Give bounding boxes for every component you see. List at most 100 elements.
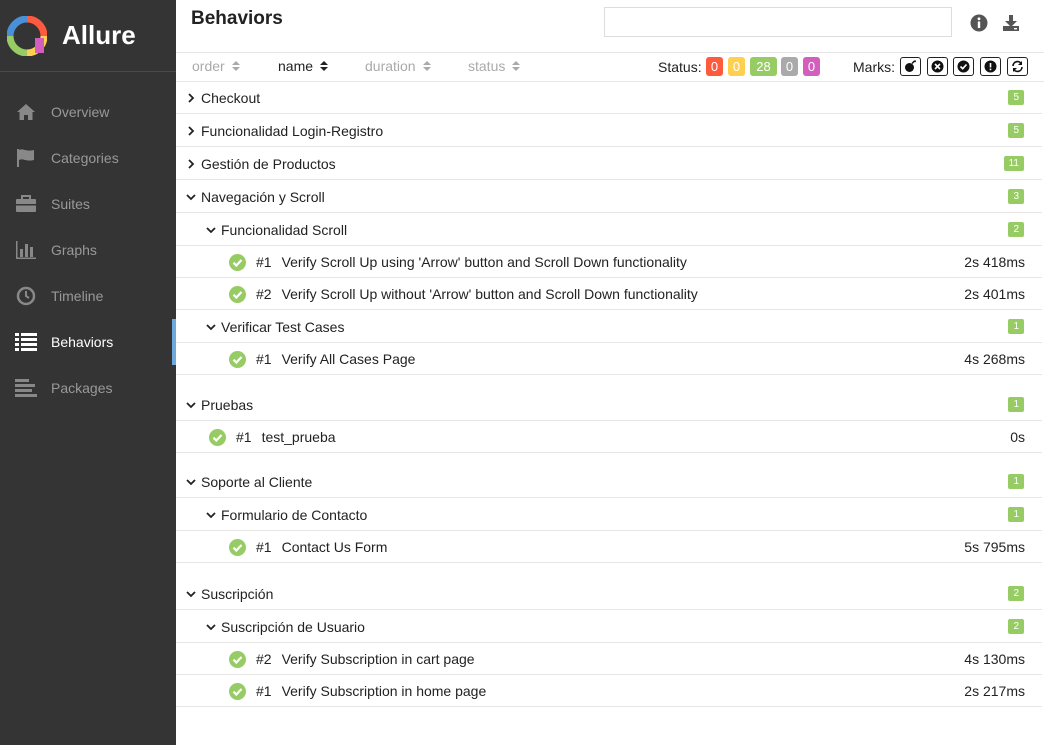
title-bar: Behaviors <box>176 0 1044 53</box>
chevron-down-icon[interactable] <box>206 322 216 332</box>
tree-group-row[interactable]: Navegación y Scroll 3 <box>176 180 1042 213</box>
passed-check-icon <box>229 650 246 668</box>
sort-label: name <box>278 58 314 74</box>
group-count-badge: 3 <box>1008 189 1024 204</box>
chevron-right-icon[interactable] <box>186 125 196 136</box>
tree-group-row[interactable]: Funcionalidad Login-Registro 5 <box>176 114 1042 147</box>
new-failed-mark-icon[interactable] <box>927 57 948 76</box>
sidebar-item-categories[interactable]: Categories <box>0 135 176 181</box>
tree-group-header[interactable]: Pruebas <box>176 388 1042 421</box>
group-count-badge: 1 <box>1008 397 1024 412</box>
tree-group-header[interactable]: Gestión de Productos <box>176 147 1042 180</box>
test-case-row[interactable]: #1 Verify All Cases Page 4s 268ms <box>176 343 1042 375</box>
test-duration: 4s 130ms <box>964 651 1025 667</box>
test-case-row[interactable]: #1 Verify Scroll Up using 'Arrow' button … <box>176 246 1042 278</box>
allure-logo-icon <box>7 15 47 56</box>
chevron-down-icon[interactable] <box>186 400 196 410</box>
group-count-badge: 11 <box>1003 156 1024 171</box>
test-case-row[interactable]: #1 test_prueba 0s <box>176 421 1042 453</box>
new-broken-mark-icon[interactable] <box>980 57 1001 76</box>
tree-group-header[interactable]: Formulario de Contacto <box>176 498 1042 531</box>
chevron-down-icon[interactable] <box>206 510 216 520</box>
sort-bar: order name duration status Status: 0 0 2… <box>176 53 1044 82</box>
status-passed-badge[interactable]: 28 <box>750 57 777 76</box>
briefcase-icon <box>15 193 37 215</box>
tree-group-row[interactable]: Soporte al Cliente 1 <box>176 465 1042 498</box>
test-case-row[interactable]: #2 Verify Scroll Up without 'Arrow' butto… <box>176 278 1042 310</box>
sort-by-name[interactable]: name <box>278 58 329 74</box>
tree-group-header[interactable]: Soporte al Cliente <box>176 465 1042 498</box>
sidebar-item-suites[interactable]: Suites <box>0 181 176 227</box>
tree-group-header[interactable]: Navegación y Scroll <box>176 180 1042 213</box>
group-count-badge: 1 <box>1008 319 1024 334</box>
sidebar-item-timeline[interactable]: Timeline <box>0 273 176 319</box>
group-name: Gestión de Productos <box>201 155 336 172</box>
group-count-badge: 2 <box>1008 586 1024 601</box>
sort-label: order <box>192 58 225 74</box>
tree-group-row[interactable]: Pruebas 1 <box>176 388 1042 421</box>
group-count-badge: 5 <box>1008 123 1024 138</box>
tree-group-header[interactable]: Funcionalidad Scroll <box>176 213 1042 246</box>
tree-group-row[interactable]: Funcionalidad Scroll 2 <box>176 213 1042 246</box>
sidebar-item-overview[interactable]: Overview <box>0 89 176 135</box>
tree-group-header[interactable]: Suscripción de Usuario <box>176 610 1042 643</box>
test-case-row[interactable]: #1 Contact Us Form 5s 795ms <box>176 531 1042 563</box>
chevron-down-icon[interactable] <box>186 589 196 599</box>
passed-check-icon <box>229 350 246 368</box>
chevron-down-icon[interactable] <box>206 622 216 632</box>
clock-icon <box>15 285 37 307</box>
status-unknown-badge[interactable]: 0 <box>803 57 820 76</box>
chevron-down-icon[interactable] <box>186 192 196 202</box>
test-number: #1 <box>236 429 252 445</box>
tree-group-header[interactable]: Suscripción <box>176 577 1042 610</box>
download-icon[interactable] <box>1002 14 1020 32</box>
group-name: Suscripción <box>201 585 274 602</box>
chevron-right-icon[interactable] <box>186 92 196 103</box>
test-name: Contact Us Form <box>281 539 388 555</box>
bar-chart-icon <box>15 239 37 261</box>
sidebar-item-graphs[interactable]: Graphs <box>0 227 176 273</box>
flaky-mark-icon[interactable] <box>900 57 921 76</box>
marks-filter-label: Marks: <box>853 59 895 75</box>
status-failed-badge[interactable]: 0 <box>706 57 723 76</box>
tree-group-row[interactable]: Suscripción 2 <box>176 577 1042 610</box>
chevron-down-icon[interactable] <box>206 225 216 235</box>
tree-group-row[interactable]: Suscripción de Usuario 2 <box>176 610 1042 643</box>
tree-group-row[interactable]: Verificar Test Cases 1 <box>176 310 1042 343</box>
test-case-row[interactable]: #2 Verify Subscription in cart page 4s 130… <box>176 643 1042 675</box>
sidebar-item-label: Packages <box>51 380 113 396</box>
sort-by-status[interactable]: status <box>468 58 521 74</box>
group-count-badge: 1 <box>1008 474 1024 489</box>
tree-group-row[interactable]: Gestión de Productos 11 <box>176 147 1042 180</box>
status-skipped-badge[interactable]: 0 <box>781 57 798 76</box>
tree-group-header[interactable]: Checkout <box>176 81 1042 114</box>
test-duration: 2s 217ms <box>964 683 1025 699</box>
sidebar-item-packages[interactable]: Packages <box>0 365 176 411</box>
retries-mark-icon[interactable] <box>1007 57 1028 76</box>
app-name: Allure <box>62 20 136 50</box>
test-number: #1 <box>256 351 272 367</box>
sort-by-duration[interactable]: duration <box>365 58 431 74</box>
sort-by-order[interactable]: order <box>192 58 240 74</box>
group-name: Formulario de Contacto <box>221 506 368 523</box>
sort-label: status <box>468 58 506 74</box>
test-name: Verify Subscription in cart page <box>281 651 475 667</box>
status-broken-badge[interactable]: 0 <box>728 57 745 76</box>
brand[interactable]: Allure <box>0 0 176 72</box>
test-case-row[interactable]: #1 Verify Subscription in home page 2s 217… <box>176 675 1042 707</box>
tree-group-row[interactable]: Formulario de Contacto 1 <box>176 498 1042 531</box>
test-duration: 5s 795ms <box>964 539 1025 555</box>
tree-group-row[interactable]: Checkout 5 <box>176 81 1042 114</box>
info-icon[interactable] <box>970 14 988 32</box>
new-passed-mark-icon[interactable] <box>953 57 974 76</box>
search-input[interactable] <box>604 7 952 37</box>
chevron-right-icon[interactable] <box>186 158 196 169</box>
tree-group-header[interactable]: Verificar Test Cases <box>176 310 1042 343</box>
sidebar-item-behaviors[interactable]: Behaviors <box>0 319 176 365</box>
sort-icon <box>231 61 240 71</box>
group-count-badge: 2 <box>1008 222 1024 237</box>
sidebar-item-label: Behaviors <box>51 334 114 350</box>
sidebar-item-label: Overview <box>51 104 110 120</box>
chevron-down-icon[interactable] <box>186 477 196 487</box>
tree-group-header[interactable]: Funcionalidad Login-Registro <box>176 114 1042 147</box>
